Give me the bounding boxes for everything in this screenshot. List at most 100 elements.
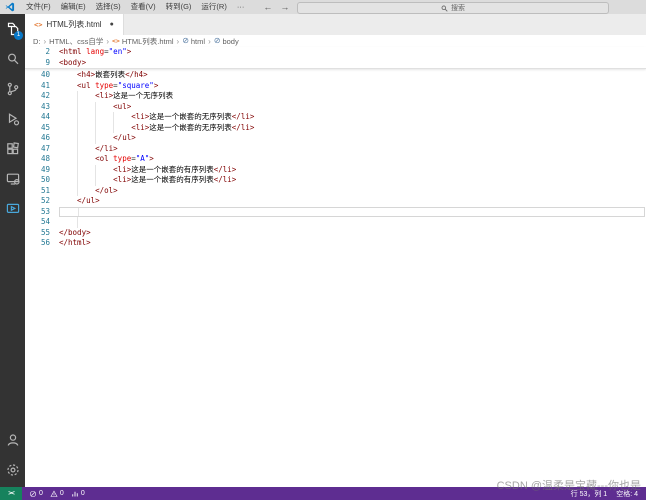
token: <html xyxy=(59,47,86,56)
code-line-53: 53 xyxy=(25,207,646,218)
code-line-42: 42<li>这是一个无序列表 xyxy=(25,91,646,102)
token: <ol xyxy=(95,154,113,163)
code-line-41: 41<ul type="square"> xyxy=(25,81,646,92)
code-content[interactable]: <li>这是一个嵌套的无序列表</li> xyxy=(59,112,646,123)
menu-item-3[interactable]: 查看(V) xyxy=(126,0,161,14)
vscode-window: 文件(F)编辑(E)选择(S)查看(V)转到(G)运行(R)··· ← → 搜索… xyxy=(0,0,646,500)
code-content[interactable]: <li>这是一个嵌套的有序列表</li> xyxy=(59,175,646,186)
token: type xyxy=(113,154,131,163)
code-content[interactable]: </ul> xyxy=(59,196,646,207)
command-center-search[interactable]: 搜索 xyxy=(297,2,609,14)
status-ports[interactable]: 0 xyxy=(71,490,85,498)
code-content[interactable]: <body> xyxy=(59,58,646,69)
token: <li> xyxy=(113,165,131,174)
symbol-icon: ⊘ xyxy=(214,37,221,45)
code-content[interactable]: <ol type="A"> xyxy=(59,154,646,165)
breadcrumb-item-0[interactable]: D: xyxy=(33,37,41,46)
status-right: 行 53，列 1 空格: 4 xyxy=(571,489,638,499)
activity-search-icon[interactable] xyxy=(0,44,25,74)
code-content[interactable]: <li>这是一个嵌套的有序列表</li> xyxy=(59,165,646,176)
code-content[interactable] xyxy=(59,207,645,218)
activity-extensions-icon[interactable] xyxy=(0,134,25,164)
code-line-55: 55</body> xyxy=(25,228,646,239)
token: <ul xyxy=(77,81,95,90)
activity-explorer-icon[interactable]: 1 xyxy=(0,14,25,44)
tab-bar: <> HTML列表.html ● xyxy=(25,14,646,35)
code-content[interactable]: </li> xyxy=(59,144,646,155)
code-line-56: 56</html> xyxy=(25,238,646,249)
breadcrumb-item-2[interactable]: <>HTML列表.html xyxy=(112,36,174,47)
status-right-item-0[interactable]: 行 53，列 1 xyxy=(571,489,608,499)
code-content[interactable]: <h4>嵌套列表</h4> xyxy=(59,70,646,81)
status-right-item-1[interactable]: 空格: 4 xyxy=(616,489,638,499)
code-content[interactable]: <ul type="square"> xyxy=(59,81,646,92)
activity-source-control-icon[interactable] xyxy=(0,74,25,104)
token: <h4> xyxy=(77,70,95,79)
token: </li> xyxy=(214,175,237,184)
breadcrumb-item-1[interactable]: HTML、css自学 xyxy=(49,36,103,47)
code-line-51: 51</ol> xyxy=(25,186,646,197)
indent-guide xyxy=(95,123,96,134)
line-number: 2 xyxy=(25,47,59,58)
indent-guide xyxy=(77,154,78,165)
menu-item-5[interactable]: 运行(R) xyxy=(196,0,231,14)
indent-guide xyxy=(77,102,78,113)
menu-item-0[interactable]: 文件(F) xyxy=(21,0,56,14)
breadcrumb-label: HTML、css自学 xyxy=(49,36,103,47)
indent-guide xyxy=(95,165,96,176)
token: </h4> xyxy=(125,70,148,79)
activity-account-icon[interactable] xyxy=(0,425,25,455)
activity-remote-explorer-icon[interactable] xyxy=(0,164,25,194)
menu-item-1[interactable]: 编辑(E) xyxy=(56,0,91,14)
history-nav: ← → xyxy=(263,2,289,12)
menu-item-2[interactable]: 选择(S) xyxy=(91,0,126,14)
line-number: 48 xyxy=(25,154,59,165)
token: "en" xyxy=(109,47,127,56)
symbol-icon: ⊘ xyxy=(182,37,189,45)
code-content[interactable]: </html> xyxy=(59,238,646,249)
code-line-54: 54 xyxy=(25,217,646,228)
tab-title: HTML列表.html xyxy=(46,19,101,30)
activity-run-debug-icon[interactable] xyxy=(0,104,25,134)
code-content[interactable]: </body> xyxy=(59,228,646,239)
code-line-9: 9<body> xyxy=(25,58,646,69)
token: <ul> xyxy=(113,102,131,111)
breadcrumb-label: body xyxy=(222,37,238,46)
code-line-43: 43 <ul> xyxy=(25,102,646,113)
token: "square" xyxy=(118,81,154,90)
code-content[interactable]: <li>这是一个嵌套的无序列表</li> xyxy=(59,123,646,134)
code-editor[interactable]: 2<html lang="en">9<body> 40<h4>嵌套列表</h4>… xyxy=(25,47,646,487)
token: lang xyxy=(86,47,104,56)
back-arrow-icon[interactable]: ← xyxy=(263,2,272,12)
line-number: 46 xyxy=(25,133,59,144)
breadcrumb-item-4[interactable]: ⊘body xyxy=(214,37,239,46)
activity-settings-icon[interactable] xyxy=(0,455,25,485)
html-file-icon: <> xyxy=(34,21,42,29)
indent-guide xyxy=(78,208,79,217)
indent-guide xyxy=(113,112,114,123)
line-number: 42 xyxy=(25,91,59,102)
modified-dot-icon: ● xyxy=(110,21,114,28)
breadcrumb-label: D: xyxy=(33,37,41,46)
indent-guide xyxy=(77,165,78,176)
line-number: 9 xyxy=(25,58,59,69)
code-content[interactable]: <li>这是一个无序列表 xyxy=(59,91,646,102)
code-content[interactable]: </ol> xyxy=(59,186,646,197)
menu-item-6[interactable]: ··· xyxy=(232,0,250,14)
line-number: 43 xyxy=(25,102,59,113)
menu-item-4[interactable]: 转到(G) xyxy=(161,0,197,14)
code-content[interactable]: <ul> xyxy=(59,102,646,113)
forward-arrow-icon[interactable]: → xyxy=(280,2,289,12)
breadcrumb-item-3[interactable]: ⊘html xyxy=(182,37,205,46)
line-number: 49 xyxy=(25,165,59,176)
code-content[interactable] xyxy=(59,217,646,228)
activity-live-preview-icon[interactable] xyxy=(0,194,25,224)
tab-HTML列表.html[interactable]: <> HTML列表.html ● xyxy=(25,14,124,35)
code-content[interactable]: </ul> xyxy=(59,133,646,144)
line-number: 47 xyxy=(25,144,59,155)
code-content[interactable]: <html lang="en"> xyxy=(59,47,646,58)
remote-indicator[interactable]: >< xyxy=(0,487,22,500)
search-icon xyxy=(441,5,448,12)
status-warning[interactable]: 0 xyxy=(50,490,64,498)
status-error[interactable]: 0 xyxy=(29,490,43,498)
